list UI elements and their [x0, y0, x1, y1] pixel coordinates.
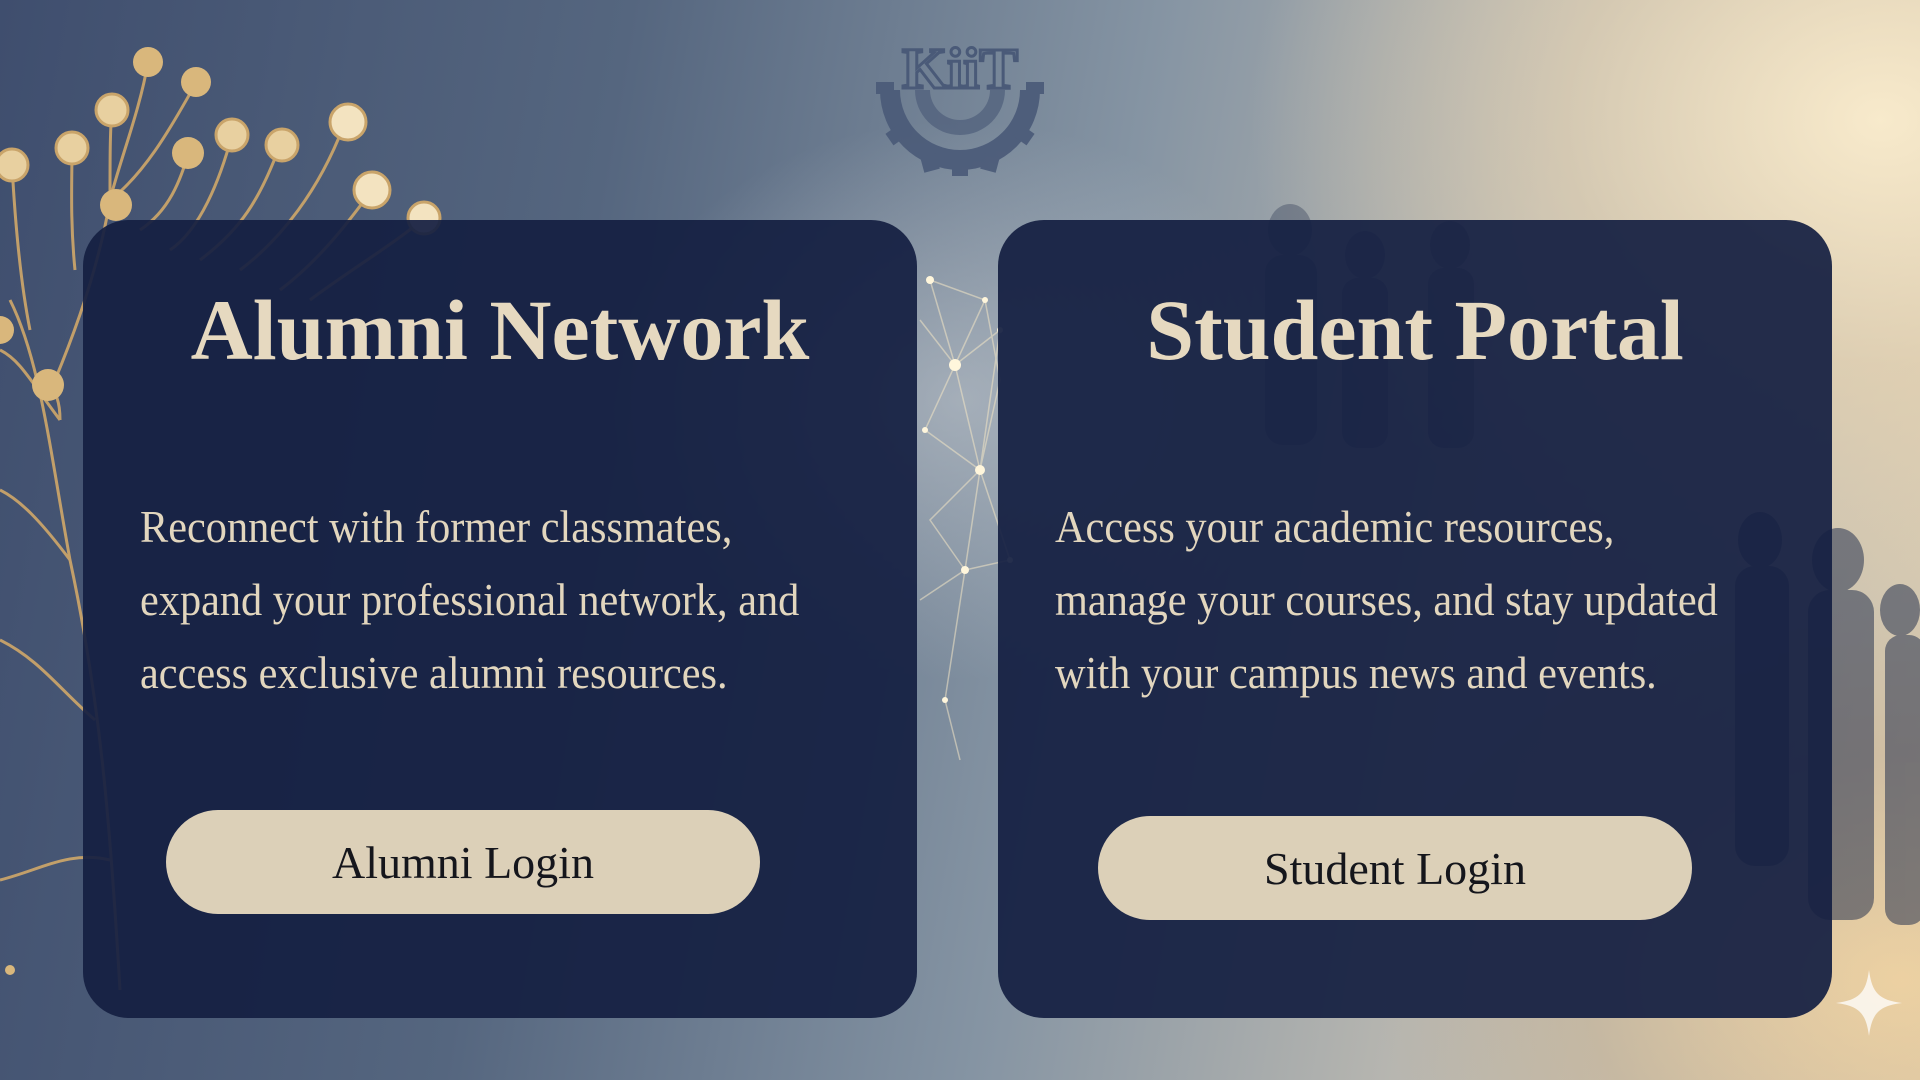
alumni-card-title: Alumni Network	[190, 282, 810, 378]
alumni-network-card: Alumni Network Reconnect with former cla…	[83, 220, 917, 1018]
kiit-logo-text: KiiT	[902, 36, 1018, 101]
student-card-title: Student Portal	[1146, 282, 1684, 378]
sparkle-icon	[1836, 970, 1902, 1036]
alumni-card-description: Reconnect with former classmates, expand…	[140, 501, 800, 698]
student-login-button[interactable]: Student Login	[1098, 816, 1692, 920]
student-card-description: Access your academic resources, manage y…	[1055, 501, 1718, 698]
constellation-decoration	[919, 279, 1011, 761]
kiit-logo: KiiT	[876, 35, 1044, 176]
student-portal-card: Student Portal Access your academic reso…	[998, 220, 1832, 1018]
alumni-login-button[interactable]: Alumni Login	[166, 810, 760, 914]
